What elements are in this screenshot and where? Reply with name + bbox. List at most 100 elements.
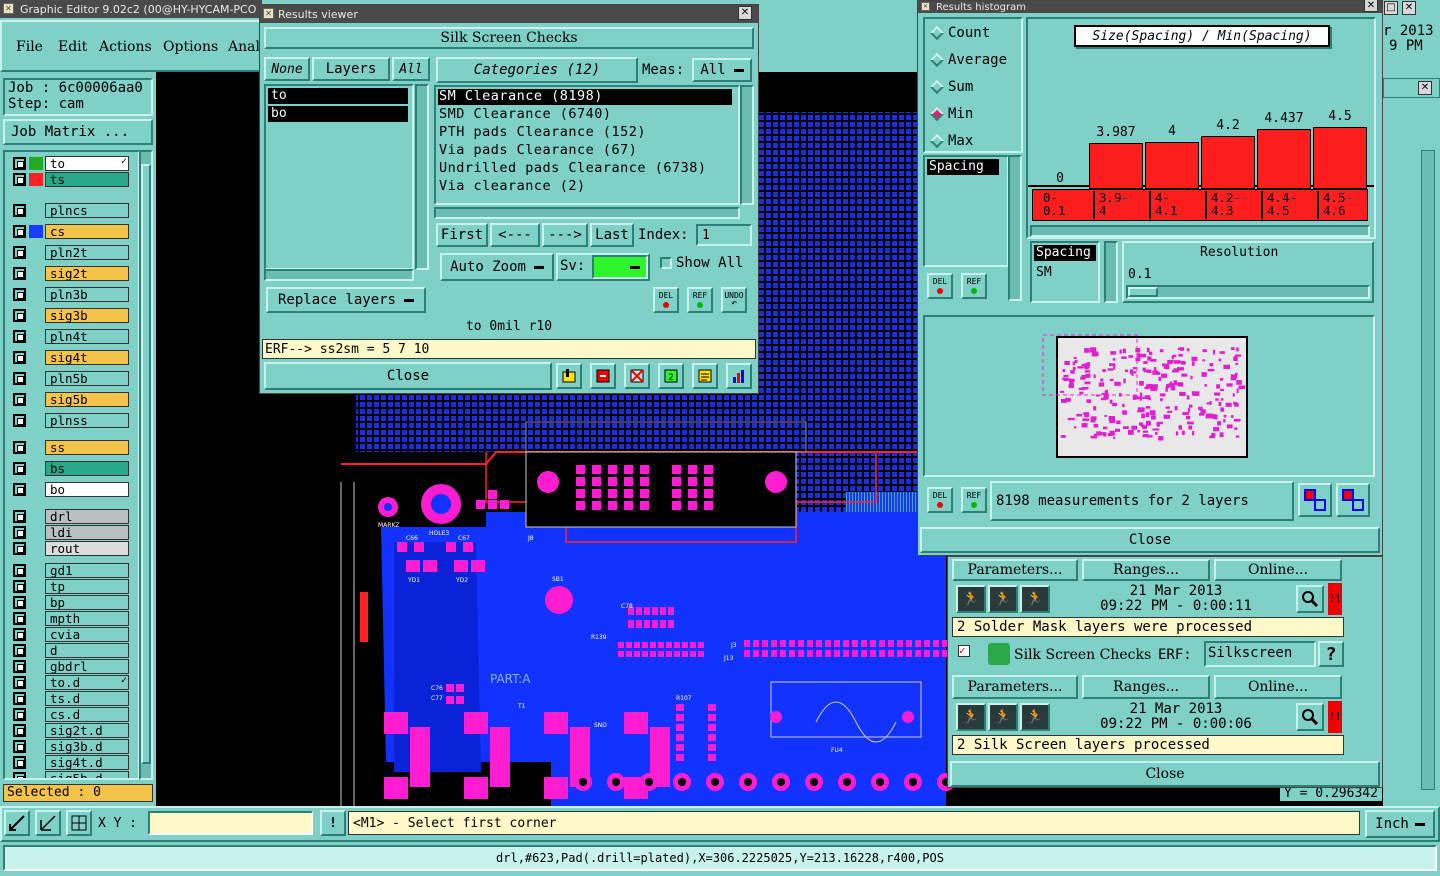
- layer-checkbox[interactable]: [13, 157, 26, 170]
- bg-min-button[interactable]: □: [1384, 1, 1398, 15]
- rv-index-input[interactable]: 1: [696, 224, 752, 246]
- rh-zoom-out-icon[interactable]: [1336, 483, 1370, 517]
- layer-checkbox[interactable]: [13, 596, 26, 609]
- rv-next-button[interactable]: --->: [542, 223, 588, 247]
- layer-name[interactable]: pln3b: [45, 287, 129, 302]
- layer-name[interactable]: sig2t.d: [45, 723, 129, 738]
- layer-row-pln3b[interactable]: pln3b: [11, 287, 129, 302]
- rv-check-vscroll[interactable]: [740, 85, 754, 205]
- rv-close-button[interactable]: ✕: [738, 6, 752, 20]
- rv-ref-icon[interactable]: REF: [687, 287, 713, 313]
- layer-row-pln5b[interactable]: pln5b: [11, 371, 129, 386]
- layer-color-swatch[interactable]: [29, 542, 43, 555]
- layer-checkbox[interactable]: [13, 660, 26, 673]
- layer-checkbox[interactable]: [13, 510, 26, 523]
- layer-row-ldi[interactable]: ldi: [11, 525, 129, 540]
- layer-color-swatch[interactable]: [29, 660, 43, 673]
- layer-row-bo[interactable]: bo: [11, 482, 129, 497]
- layer-checkbox[interactable]: [13, 246, 26, 259]
- rh-bar[interactable]: [1257, 128, 1311, 189]
- layer-checkbox[interactable]: [13, 462, 26, 475]
- ap-help-button[interactable]: ?: [1318, 641, 1344, 667]
- layer-checkbox[interactable]: [13, 288, 26, 301]
- ap-run-icon-5[interactable]: 🏃: [988, 703, 1018, 731]
- layer-color-swatch[interactable]: [29, 351, 43, 364]
- layer-color-swatch[interactable]: [29, 441, 43, 454]
- xy-input[interactable]: [148, 811, 313, 835]
- layer-color-swatch[interactable]: [29, 740, 43, 753]
- layer-name[interactable]: sig5b.d: [45, 771, 129, 778]
- layer-color-swatch[interactable]: [29, 692, 43, 705]
- rv-layers-button[interactable]: Layers: [312, 57, 390, 81]
- layer-name[interactable]: ldi: [45, 525, 129, 540]
- rv-filter-icon[interactable]: [624, 363, 650, 389]
- rv-first-button[interactable]: First: [436, 223, 488, 247]
- bg-close-button[interactable]: ✕: [1402, 1, 1416, 15]
- rh-bottom-ref-icon[interactable]: REF: [961, 487, 987, 513]
- layer-name[interactable]: bp: [45, 595, 129, 610]
- rh-bar[interactable]: [1313, 127, 1367, 189]
- rv-replace-layers-button[interactable]: Replace layers: [266, 287, 426, 313]
- ap-run-icon-2[interactable]: 🏃: [988, 585, 1018, 613]
- ap-online-button-2[interactable]: Online...: [1214, 675, 1342, 699]
- layer-row-mpth[interactable]: mpth: [11, 611, 129, 626]
- rv-layer-item-to[interactable]: to: [268, 88, 408, 104]
- layer-color-swatch[interactable]: [29, 393, 43, 406]
- layer-checkbox[interactable]: [13, 351, 26, 364]
- menu-file[interactable]: File: [16, 39, 43, 55]
- rv-sv-color-select[interactable]: [592, 255, 648, 279]
- layer-name[interactable]: rout: [45, 541, 129, 556]
- layer-row-drl[interactable]: drl: [11, 509, 129, 524]
- layer-checkbox[interactable]: [13, 644, 26, 657]
- menu-analysis[interactable]: Anal: [228, 39, 260, 55]
- ap-run-icon-6[interactable]: 🏃: [1020, 703, 1050, 731]
- layer-name[interactable]: d: [45, 643, 129, 658]
- layer-checkbox[interactable]: [13, 414, 26, 427]
- rv-close-main-button[interactable]: Close: [264, 362, 552, 390]
- layer-color-swatch[interactable]: [29, 564, 43, 577]
- rh-spacing-scroll[interactable]: [1008, 155, 1022, 301]
- layer-color-swatch[interactable]: [29, 372, 43, 385]
- layer-name[interactable]: cs: [45, 224, 129, 239]
- ap-check-checkbox[interactable]: ✓: [958, 645, 970, 657]
- layer-row-to[interactable]: to ✓: [11, 156, 129, 171]
- rv-chart-icon[interactable]: [726, 363, 752, 389]
- rv-none-button[interactable]: None: [264, 57, 310, 81]
- layer-row-pln2t[interactable]: pln2t: [11, 245, 129, 260]
- layer-row-sig3b[interactable]: sig3b: [11, 308, 129, 323]
- layer-row-to-d[interactable]: to.d ✓: [11, 675, 129, 690]
- layer-name[interactable]: sig4t.d: [45, 755, 129, 770]
- layer-checkbox[interactable]: [13, 612, 26, 625]
- layer-row-cvia[interactable]: cvia: [11, 627, 129, 642]
- layer-scrollbar[interactable]: [139, 150, 153, 780]
- layer-row-cs-d[interactable]: cs.d: [11, 707, 129, 722]
- rh-chart-hscroll[interactable]: [1030, 225, 1370, 237]
- ap-run-icon-3[interactable]: 🏃: [1020, 585, 1050, 613]
- layer-row-pln4t[interactable]: pln4t: [11, 329, 129, 344]
- layer-color-swatch[interactable]: [29, 330, 43, 343]
- ap-params-button-2[interactable]: Parameters...: [952, 675, 1078, 699]
- layer-checkbox[interactable]: [13, 628, 26, 641]
- menu-edit[interactable]: Edit: [58, 39, 87, 55]
- ap-run-icon-1[interactable]: 🏃: [956, 585, 986, 613]
- units-button[interactable]: Inch: [1365, 810, 1435, 838]
- layer-checkbox[interactable]: [13, 724, 26, 737]
- layer-row-plncs[interactable]: plncs: [11, 203, 129, 218]
- layer-row-sig2t-d[interactable]: sig2t.d: [11, 723, 129, 738]
- rh-bottom-del-icon[interactable]: DEL: [927, 487, 953, 513]
- rv-auto-zoom-select[interactable]: Auto Zoom: [440, 253, 554, 281]
- rv-count-icon[interactable]: 2: [658, 363, 684, 389]
- rh-bar[interactable]: [1089, 142, 1143, 189]
- layer-row-plnss[interactable]: plnss: [11, 413, 129, 428]
- layer-name[interactable]: to.d: [45, 675, 129, 690]
- rv-layer-scroll[interactable]: [415, 84, 429, 270]
- layer-name[interactable]: sig3b: [45, 308, 129, 323]
- layer-name[interactable]: ts: [45, 172, 129, 187]
- grid-icon[interactable]: [66, 810, 92, 836]
- rh-spacing-box-item[interactable]: Spacing: [1034, 245, 1096, 261]
- rh-close-main-button[interactable]: Close: [920, 527, 1380, 553]
- layer-color-swatch[interactable]: [29, 772, 43, 778]
- layer-row-sig5b-d[interactable]: sig5b.d: [11, 771, 129, 778]
- layer-row-bs[interactable]: bs: [11, 461, 129, 476]
- layer-checkbox[interactable]: [13, 441, 26, 454]
